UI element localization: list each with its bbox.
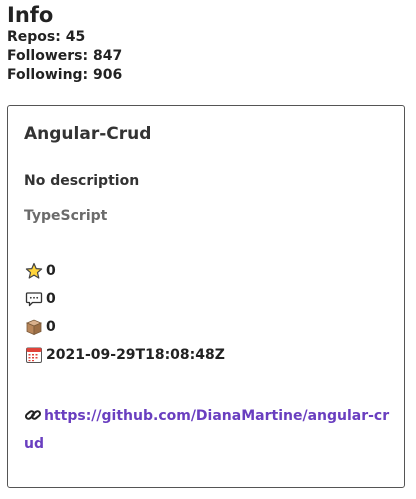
forks-stat: 0 bbox=[24, 317, 56, 337]
comments-count: 0 bbox=[46, 291, 56, 307]
stars-stat: 0 bbox=[24, 261, 56, 281]
updated-stat: 2021-09-29T18:08:48Z bbox=[24, 345, 225, 365]
repo-url[interactable]: https://github.com/DianaMartine/angular-… bbox=[24, 408, 389, 452]
comments-stat: 0 bbox=[24, 289, 56, 309]
info-title: Info bbox=[7, 3, 54, 27]
info-section: Info Repos: 45 Followers: 847 Following:… bbox=[7, 2, 407, 85]
link-icon bbox=[24, 405, 42, 421]
updated-date: 2021-09-29T18:08:48Z bbox=[46, 347, 225, 363]
followers-count: Followers: 847 bbox=[7, 48, 123, 64]
repo-link[interactable]: https://github.com/DianaMartine/angular-… bbox=[24, 402, 394, 458]
following-count: Following: 906 bbox=[7, 67, 123, 83]
calendar-icon bbox=[24, 345, 44, 365]
star-icon bbox=[24, 261, 44, 281]
speech-bubble-icon bbox=[24, 289, 44, 309]
repo-name: Angular-Crud bbox=[24, 124, 152, 144]
repos-count: Repos: 45 bbox=[7, 29, 86, 45]
repo-description: No description bbox=[24, 173, 140, 189]
repo-card: Angular-Crud No description TypeScript 0… bbox=[7, 105, 405, 488]
stars-count: 0 bbox=[46, 263, 56, 279]
repo-language: TypeScript bbox=[24, 208, 108, 224]
forks-count: 0 bbox=[46, 319, 56, 335]
package-icon bbox=[24, 317, 44, 337]
